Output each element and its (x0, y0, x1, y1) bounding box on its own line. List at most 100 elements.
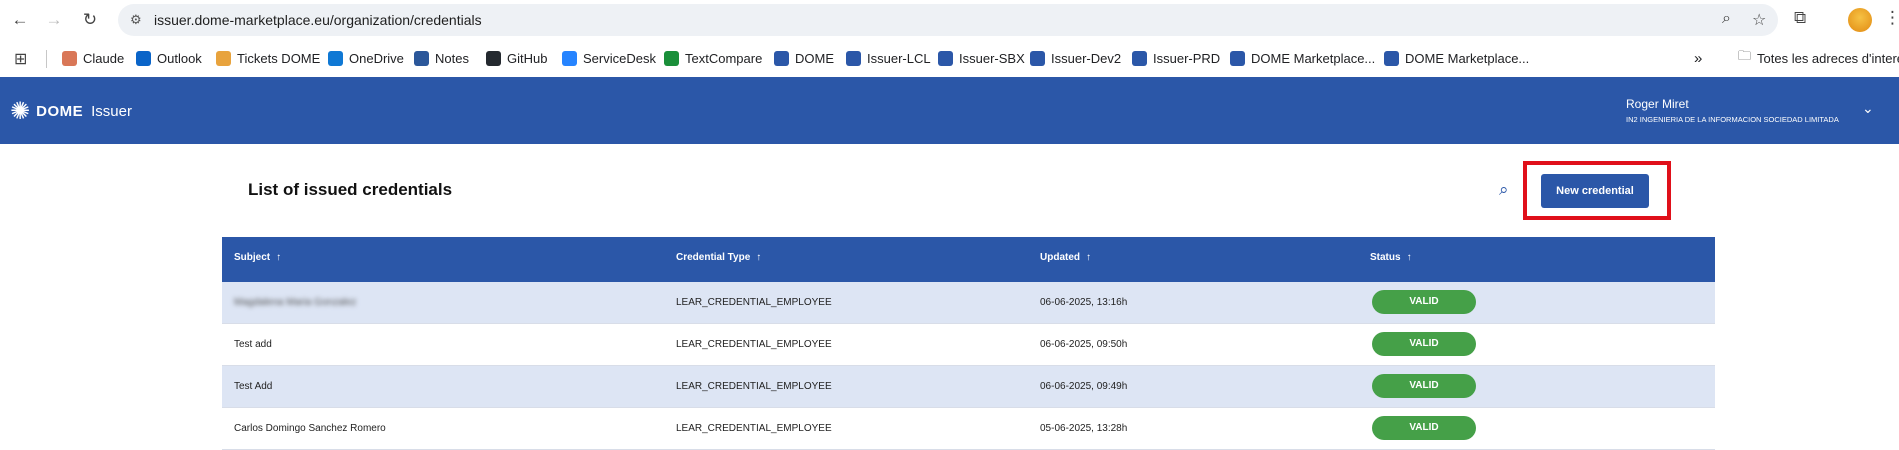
bookmark-label: TextCompare (685, 50, 763, 66)
app-header: ✺ DOME Issuer Roger Miret IN2 INGENIERIA… (0, 77, 1899, 144)
bookmark-item[interactable]: Tickets DOME (216, 48, 320, 68)
bookmark-label: Notes (435, 50, 469, 66)
bookmark-label: GitHub (507, 50, 548, 66)
reload-icon[interactable]: ↻ (78, 8, 102, 32)
column-label: Credential Type (676, 252, 751, 263)
dome-logo-icon: ✺ (10, 98, 31, 125)
menu-icon[interactable]: ⋮ (1884, 8, 1899, 28)
bookmark-item[interactable]: OneDrive (328, 48, 404, 68)
bookmark-item[interactable]: DOME (774, 48, 834, 68)
table-row[interactable]: Test add LEAR_CREDENTIAL_EMPLOYEE 06-06-20… (222, 324, 1715, 366)
bookmark-label: Tickets DOME (237, 50, 321, 66)
bookmark-favicon-icon (1384, 50, 1399, 66)
bookmark-favicon-icon (328, 50, 343, 66)
extensions-icon[interactable]: ⧉ (1794, 8, 1806, 28)
address-bar[interactable]: ⚙ issuer.dome-marketplace.eu/organizatio… (118, 4, 1778, 36)
browser-toolbar: ← → ↻ ⚙ issuer.dome-marketplace.eu/organ… (0, 0, 1899, 40)
bookmark-favicon-icon (1132, 50, 1147, 66)
bookmark-favicon-icon (846, 50, 861, 66)
credentials-table: Subject ↑ Credential Type ↑ Updated ↑ Statu… (222, 237, 1715, 450)
cell-credential-type: LEAR_CREDENTIAL_EMPLOYEE (676, 381, 832, 392)
bookmark-label: Issuer-Dev2 (1051, 50, 1122, 66)
new-credential-button[interactable]: New credential (1541, 174, 1649, 208)
bookmark-item[interactable]: Issuer-SBX (938, 48, 1025, 68)
bookmark-item[interactable]: Issuer-LCL (846, 48, 931, 68)
bookmark-item[interactable]: TextCompare (664, 48, 762, 68)
bookmark-label: DOME Marketplace... (1251, 50, 1376, 66)
bookmark-label: ServiceDesk (583, 50, 656, 66)
table-row[interactable]: Magdalena Maria Gonzalez LEAR_CREDENTIAL_… (222, 282, 1715, 324)
page-title: List of issued credentials (248, 180, 453, 199)
column-label: Subject (234, 252, 271, 263)
column-header-subject[interactable]: Subject ↑ (234, 252, 281, 263)
status-badge: VALID (1372, 374, 1476, 398)
profile-avatar[interactable] (1848, 8, 1872, 32)
all-bookmarks-folder[interactable]: 🗀 Totes les adreces d'interès (1738, 48, 1899, 68)
bookmark-label: DOME Marketplace... (1405, 50, 1530, 66)
logo-dome-text: DOME (36, 103, 84, 120)
url-text[interactable]: issuer.dome-marketplace.eu/organization/… (154, 12, 482, 28)
apps-grid-icon[interactable]: ⊞ (14, 49, 27, 69)
bookmarks-divider (46, 50, 47, 68)
bookmark-label: Claude (83, 50, 125, 66)
bookmark-favicon-icon (1030, 50, 1045, 66)
cell-credential-type: LEAR_CREDENTIAL_EMPLOYEE (676, 297, 832, 308)
bookmark-label: Issuer-PRD (1153, 50, 1221, 66)
cell-updated: 06-06-2025, 09:49h (1040, 381, 1128, 392)
bookmark-favicon-icon (1230, 50, 1245, 66)
bookmark-item[interactable]: Issuer-Dev2 (1030, 48, 1121, 68)
sort-arrow-icon: ↑ (276, 252, 282, 263)
site-settings-icon[interactable]: ⚙ (130, 12, 142, 28)
status-badge: VALID (1372, 332, 1476, 356)
bookmark-item[interactable]: Outlook (136, 48, 202, 68)
bookmark-item[interactable]: DOME Marketplace... (1384, 48, 1529, 68)
cell-subject: Magdalena Maria Gonzalez (234, 297, 357, 308)
cell-credential-type: LEAR_CREDENTIAL_EMPLOYEE (676, 423, 832, 434)
bookmark-item[interactable]: Claude (62, 48, 124, 68)
bookmarks-bar: ⊞ Claude Outlook Tickets DOME OneDrive Notes… (0, 40, 1899, 76)
table-header: Subject ↑ Credential Type ↑ Updated ↑ Statu… (222, 237, 1715, 282)
bookmark-item[interactable]: DOME Marketplace... (1230, 48, 1375, 68)
bookmark-item[interactable]: Notes (414, 48, 469, 68)
sort-arrow-icon: ↑ (756, 252, 762, 263)
bookmark-label: Issuer-SBX (959, 50, 1025, 66)
bookmark-favicon-icon (938, 50, 953, 66)
column-label: Updated (1040, 252, 1080, 263)
status-badge: VALID (1372, 416, 1476, 440)
user-name[interactable]: Roger Miret (1626, 97, 1689, 111)
bookmark-favicon-icon (216, 50, 231, 66)
chevron-down-icon[interactable]: ⌄ (1862, 100, 1874, 117)
bookmark-label: DOME (795, 50, 834, 66)
column-header-credential-type[interactable]: Credential Type ↑ (676, 252, 761, 263)
bookmark-favicon-icon (774, 50, 789, 66)
cell-updated: 05-06-2025, 13:28h (1040, 423, 1128, 434)
star-icon[interactable]: ☆ (1752, 10, 1766, 30)
column-header-status[interactable]: Status ↑ (1370, 252, 1412, 263)
sort-arrow-icon: ↑ (1086, 252, 1091, 263)
folder-icon: 🗀 (1738, 48, 1752, 63)
bookmark-favicon-icon (136, 50, 151, 66)
cell-subject: Carlos Domingo Sanchez Romero (234, 423, 386, 434)
forward-arrow-icon[interactable]: → (42, 8, 66, 32)
cell-credential-type: LEAR_CREDENTIAL_EMPLOYEE (676, 339, 832, 350)
sort-arrow-icon: ↑ (1406, 252, 1412, 263)
table-row[interactable]: Test Add LEAR_CREDENTIAL_EMPLOYEE 06-06-20… (222, 366, 1715, 408)
more-bookmarks-icon[interactable]: » (1694, 48, 1702, 68)
bookmark-label: Outlook (157, 50, 202, 66)
zoom-icon[interactable]: ⌕ (1722, 10, 1731, 28)
bookmark-label: OneDrive (349, 50, 404, 66)
back-arrow-icon[interactable]: ← (8, 8, 32, 32)
bookmark-item[interactable]: GitHub (486, 48, 547, 68)
bookmark-item[interactable]: ServiceDesk (562, 48, 656, 68)
bookmark-favicon-icon (486, 50, 501, 66)
dome-issuer-logo[interactable]: ✺ DOME Issuer (10, 97, 132, 126)
search-icon[interactable]: ⌕ (1499, 180, 1509, 200)
bookmark-item[interactable]: Issuer-PRD (1132, 48, 1220, 68)
column-header-updated[interactable]: Updated ↑ (1040, 252, 1091, 263)
cell-updated: 06-06-2025, 13:16h (1040, 297, 1128, 308)
cell-subject: Test Add (234, 381, 273, 392)
cell-subject: Test add (234, 339, 272, 350)
status-badge: VALID (1372, 290, 1476, 314)
user-organization: IN2 INGENIERIA DE LA INFORMACION SOCIEDA… (1626, 115, 1839, 124)
table-row[interactable]: Carlos Domingo Sanchez Romero LEAR_CREDEN… (222, 408, 1715, 450)
